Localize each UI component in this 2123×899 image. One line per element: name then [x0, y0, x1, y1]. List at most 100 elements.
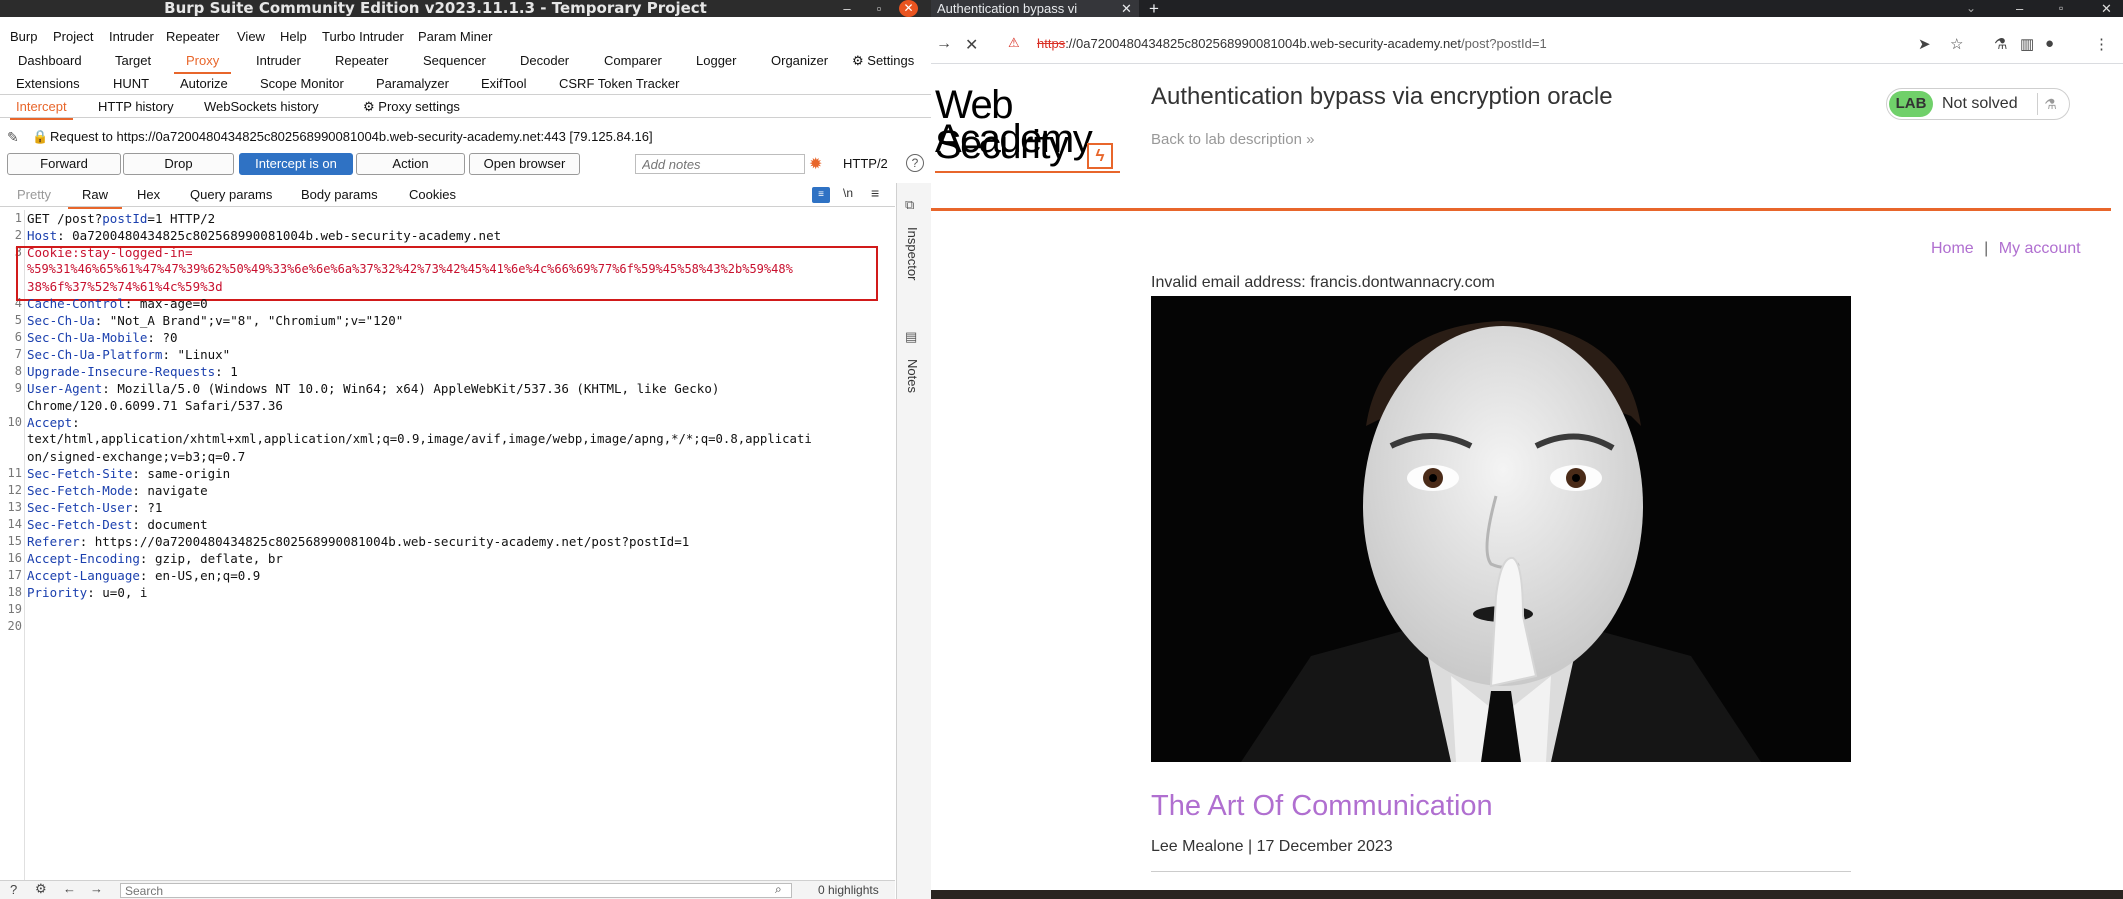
inspector-icon[interactable]: ⧉: [905, 197, 914, 213]
request-editor[interactable]: 1 2 3 4 5 6 7 8 9 10 11 12 13 14 15 16 1…: [0, 210, 895, 880]
tab-settings[interactable]: ⚙ Settings: [852, 50, 914, 72]
tab-csrf-token-tracker[interactable]: CSRF Token Tracker: [559, 73, 679, 95]
notes-icon[interactable]: ▤: [905, 329, 917, 345]
pencil-icon[interactable]: ✎: [7, 129, 19, 146]
close-icon[interactable]: ✕: [2101, 0, 2112, 17]
header-key: Sec-Fetch-User: [27, 500, 133, 515]
tab-proxy[interactable]: Proxy: [174, 50, 232, 74]
help-icon[interactable]: ?: [10, 882, 17, 897]
menu-burp[interactable]: Burp: [10, 27, 37, 47]
tab-decoder[interactable]: Decoder: [520, 50, 569, 72]
header-value: :: [72, 415, 80, 430]
action-button[interactable]: Action: [356, 153, 465, 175]
post-author-date: Lee Mealone | 17 December 2023: [1151, 838, 1393, 855]
tab-paramalyzer[interactable]: Paramalyzer: [376, 73, 449, 95]
gear-icon[interactable]: ⚙: [35, 881, 47, 897]
tab-search-icon[interactable]: ⌄: [1966, 0, 1976, 17]
lab-status-text: Not solved: [1942, 95, 2018, 112]
subtab-websockets-history[interactable]: WebSockets history: [204, 96, 319, 118]
maximize-icon[interactable]: ▫: [868, 0, 890, 17]
inspector-tab[interactable]: Inspector: [905, 227, 920, 280]
bookmark-star-icon[interactable]: ☆: [1950, 35, 1963, 53]
menu-intruder[interactable]: Intruder: [109, 27, 154, 47]
tab-intruder[interactable]: Intruder: [256, 50, 301, 72]
query-param-name: postId: [102, 211, 148, 226]
newline-toggle-icon[interactable]: \n: [843, 186, 853, 200]
minimize-icon[interactable]: –: [836, 0, 858, 17]
subtab-http-history[interactable]: HTTP history: [98, 96, 174, 118]
tab-logger[interactable]: Logger: [696, 50, 736, 72]
menu-project[interactable]: Project: [53, 27, 93, 47]
maximize-icon[interactable]: ▫: [2059, 0, 2063, 17]
address-bar[interactable]: https://0a7200480434825c802568990081004b…: [1037, 30, 1837, 58]
close-tab-icon[interactable]: ✕: [1121, 0, 1132, 17]
intercept-toggle-button[interactable]: Intercept is on: [239, 153, 353, 175]
menu-repeater[interactable]: Repeater: [166, 27, 219, 47]
nav-my-account-link[interactable]: My account: [1999, 240, 2081, 257]
not-secure-icon[interactable]: ⚠: [1008, 35, 1020, 51]
menu-turbo-intruder[interactable]: Turbo Intruder: [322, 27, 404, 47]
close-icon[interactable]: ✕: [899, 0, 918, 17]
subtab-intercept[interactable]: Intercept: [10, 96, 73, 120]
tab-pretty[interactable]: Pretty: [17, 183, 51, 207]
header-key: Sec-Ch-Ua-Platform: [27, 347, 163, 362]
back-arrow-icon[interactable]: ←: [63, 881, 76, 896]
forward-arrow-icon[interactable]: →: [90, 881, 103, 896]
tab-extensions[interactable]: Extensions: [16, 73, 80, 95]
new-tab-icon[interactable]: +: [1149, 0, 1159, 17]
tab-raw[interactable]: Raw: [68, 183, 123, 209]
minimize-icon[interactable]: –: [2016, 0, 2023, 17]
line-number: 8: [14, 364, 22, 378]
tab-cookies[interactable]: Cookies: [409, 183, 456, 207]
menu-kebab-icon[interactable]: ⋮: [2094, 35, 2109, 53]
search-input[interactable]: [120, 883, 792, 898]
tab-organizer[interactable]: Organizer: [771, 50, 828, 72]
web-security-academy-logo[interactable]: Web Security Academy ϟ: [935, 85, 1135, 173]
tab-autorize[interactable]: Autorize: [180, 73, 228, 95]
menu-help[interactable]: Help: [280, 27, 307, 47]
tab-hunt[interactable]: HUNT: [113, 73, 149, 95]
header-user-agent: User-Agent: Mozilla/5.0 (Windows NT 10.0…: [27, 380, 719, 397]
forward-button[interactable]: Forward: [7, 153, 121, 175]
tab-target[interactable]: Target: [115, 50, 151, 72]
request-method-path: GET /post?: [27, 211, 103, 226]
back-link-label: Back to lab description: [1151, 131, 1302, 148]
add-notes-input[interactable]: [635, 154, 805, 174]
help-icon[interactable]: ?: [906, 154, 924, 172]
back-to-lab-description-link[interactable]: Back to lab description »: [1151, 131, 1314, 148]
nav-home-link[interactable]: Home: [1931, 240, 1974, 257]
tab-dashboard[interactable]: Dashboard: [18, 50, 82, 72]
menu-param-miner[interactable]: Param Miner: [418, 27, 492, 47]
tab-sequencer[interactable]: Sequencer: [423, 50, 486, 72]
menu-view[interactable]: View: [237, 27, 265, 47]
tab-hex[interactable]: Hex: [137, 183, 160, 207]
header-key: Sec-Ch-Ua-Mobile: [27, 330, 148, 345]
line-number: 15: [7, 534, 22, 548]
tab-repeater[interactable]: Repeater: [335, 50, 388, 72]
tab-comparer[interactable]: Comparer: [604, 50, 662, 72]
profile-icon[interactable]: ●: [2045, 35, 2054, 52]
request-line-rest: =1 HTTP/2: [147, 211, 216, 226]
subtab-proxy-settings[interactable]: ⚙ Proxy settings: [363, 96, 460, 118]
extension-icon[interactable]: ⚗: [1994, 35, 2007, 53]
tab-body-params[interactable]: Body params: [301, 183, 378, 207]
http-version-label[interactable]: HTTP/2: [843, 156, 888, 171]
header-value: : max-age=0: [124, 296, 208, 311]
word-wrap-icon[interactable]: ≡: [812, 187, 830, 203]
search-icon[interactable]: ⌕: [775, 882, 782, 897]
editor-menu-icon[interactable]: ≡: [871, 185, 879, 201]
stop-loading-icon[interactable]: ✕: [965, 35, 978, 55]
sidebar-icon[interactable]: ▥: [2020, 35, 2034, 53]
highlight-color-icon[interactable]: ✹: [809, 154, 822, 174]
tab-scope-monitor[interactable]: Scope Monitor: [260, 73, 344, 95]
send-icon[interactable]: ➤: [1918, 35, 1931, 53]
forward-arrow-icon[interactable]: →: [936, 35, 952, 53]
browser-tab-title: Authentication bypass vi: [937, 1, 1078, 16]
header-key: Accept-Encoding: [27, 551, 140, 566]
tab-exiftool[interactable]: ExifTool: [481, 73, 527, 95]
drop-button[interactable]: Drop: [123, 153, 234, 175]
browser-tab[interactable]: Authentication bypass vi: [931, 0, 1139, 17]
notes-tab[interactable]: Notes: [905, 359, 920, 393]
tab-query-params[interactable]: Query params: [190, 183, 272, 207]
open-browser-button[interactable]: Open browser: [469, 153, 580, 175]
